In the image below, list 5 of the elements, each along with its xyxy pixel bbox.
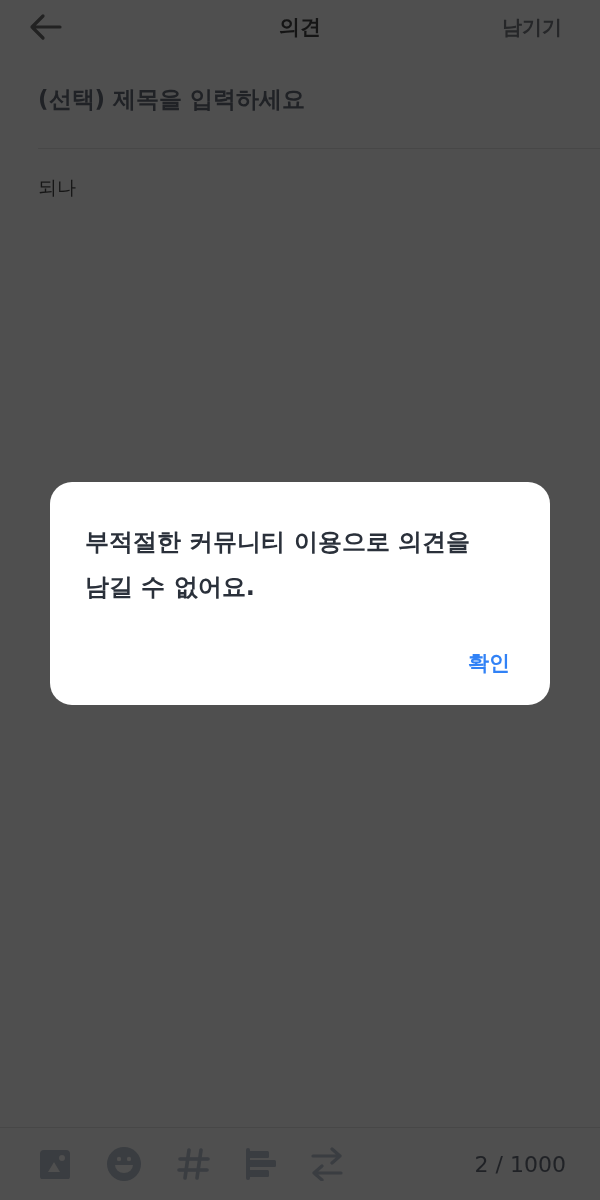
confirm-button[interactable]: 확인: [468, 649, 510, 677]
dialog-message: 부적절한 커뮤니티 이용으로 의견을 남길 수 없어요.: [85, 527, 472, 603]
back-arrow-icon[interactable]: [28, 13, 62, 41]
page-title: 의견: [279, 14, 321, 41]
body-field[interactable]: 되나: [38, 175, 558, 215]
